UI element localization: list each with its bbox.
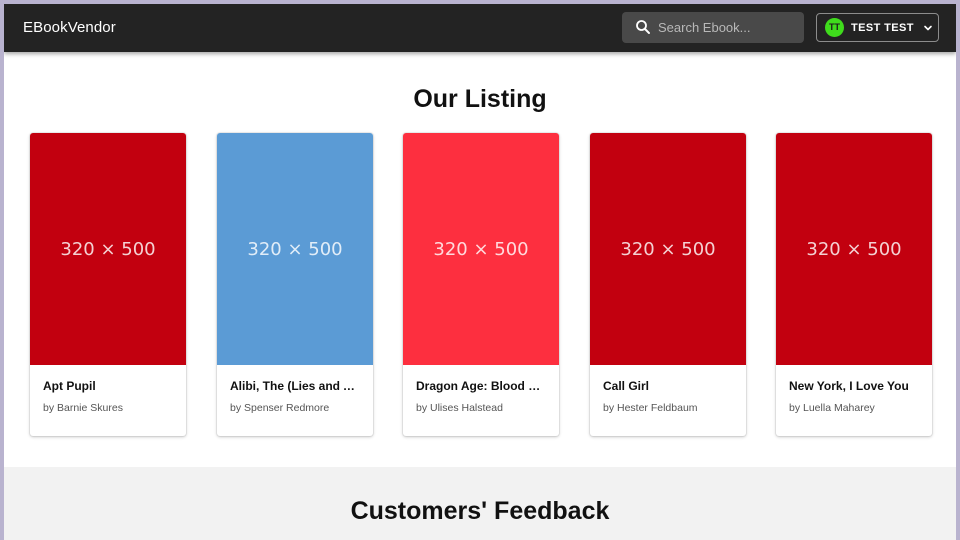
search-icon — [636, 20, 650, 34]
book-card[interactable]: 320 × 500 Alibi, The (Lies and Alibis) b… — [217, 133, 373, 436]
brand-logo[interactable]: EBookVendor — [23, 4, 116, 52]
search-box[interactable] — [622, 12, 804, 43]
book-title[interactable]: Dragon Age: Blood mage no seisen — [416, 379, 548, 393]
book-title[interactable]: Call Girl — [603, 379, 735, 393]
book-author: by Hester Feldbaum — [603, 402, 698, 414]
book-card[interactable]: 320 × 500 Apt Pupil by Barnie Skures — [30, 133, 186, 436]
feedback-section: Customers' Feedback — [4, 467, 956, 540]
book-author: by Ulises Halstead — [416, 402, 503, 414]
book-title[interactable]: Apt Pupil — [43, 379, 175, 393]
book-cover-image[interactable]: 320 × 500 — [217, 133, 373, 365]
book-card[interactable]: 320 × 500 Dragon Age: Blood mage no seis… — [403, 133, 559, 436]
book-author: by Barnie Skures — [43, 402, 123, 414]
book-card[interactable]: 320 × 500 New York, I Love You by Luella… — [776, 133, 932, 436]
book-card[interactable]: 320 × 500 Call Girl by Hester Feldbaum — [590, 133, 746, 436]
user-menu-button[interactable]: TT TEST TEST — [816, 13, 939, 42]
book-cover-image[interactable]: 320 × 500 — [590, 133, 746, 365]
app-window: EBookVendor TT TEST TEST Our Listing 320… — [4, 4, 956, 540]
user-name: TEST TEST — [851, 21, 914, 34]
top-navbar: EBookVendor TT TEST TEST — [4, 4, 956, 52]
book-cover-image[interactable]: 320 × 500 — [403, 133, 559, 365]
chevron-down-icon — [924, 25, 932, 30]
search-input[interactable] — [658, 12, 798, 43]
book-author: by Luella Maharey — [789, 402, 875, 414]
feedback-title: Customers' Feedback — [350, 497, 610, 525]
book-title[interactable]: New York, I Love You — [789, 379, 921, 393]
book-author: by Spenser Redmore — [230, 402, 330, 414]
book-cover-image[interactable]: 320 × 500 — [776, 133, 932, 365]
avatar: TT — [825, 18, 844, 37]
listing-title: Our Listing — [413, 85, 547, 113]
book-title[interactable]: Alibi, The (Lies and Alibis) — [230, 379, 362, 393]
book-cover-image[interactable]: 320 × 500 — [30, 133, 186, 365]
